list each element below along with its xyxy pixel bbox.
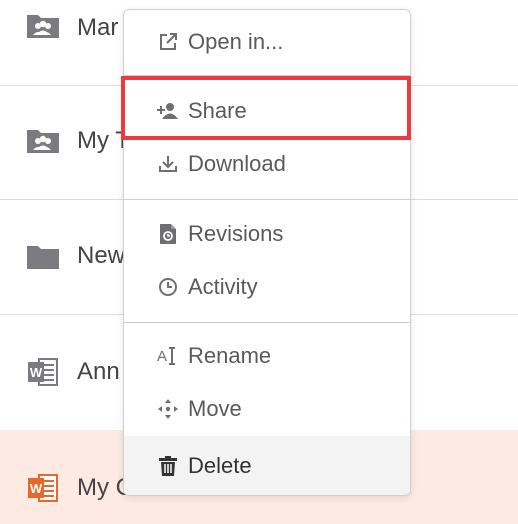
svg-text:W: W: [30, 365, 43, 380]
menu-item-delete[interactable]: Delete: [124, 436, 410, 495]
svg-text:W: W: [30, 481, 43, 496]
menu-item-activity[interactable]: Activity: [124, 261, 410, 313]
menu-item-label: Download: [188, 151, 286, 176]
menu-divider: [124, 199, 410, 200]
external-link-icon: [157, 31, 179, 53]
context-menu: Open in... Share Download Revisions Acti…: [123, 9, 411, 496]
clock-icon: [157, 276, 179, 298]
team-folder-icon: [25, 123, 61, 159]
menu-item-label: Activity: [188, 274, 258, 299]
file-name: My T: [77, 127, 130, 154]
move-arrows-icon: [157, 398, 179, 420]
word-doc-icon: W: [25, 470, 61, 506]
rename-icon: A: [157, 345, 179, 367]
menu-item-label: Open in...: [188, 29, 284, 54]
download-icon: [157, 153, 179, 175]
svg-text:A: A: [157, 348, 167, 365]
menu-divider: [124, 322, 410, 323]
menu-item-open-in[interactable]: Open in...: [124, 16, 410, 68]
add-user-icon: [157, 100, 179, 122]
menu-item-label: Share: [188, 98, 247, 123]
menu-divider: [124, 75, 410, 76]
folder-icon: [25, 239, 61, 275]
menu-item-revisions[interactable]: Revisions: [124, 208, 410, 260]
menu-item-label: Delete: [188, 453, 252, 478]
menu-item-share[interactable]: Share: [124, 85, 410, 137]
menu-item-move[interactable]: Move: [124, 383, 410, 435]
menu-item-label: Rename: [188, 343, 272, 368]
team-folder-icon: [25, 8, 61, 44]
menu-item-rename[interactable]: A Rename: [124, 330, 410, 382]
trash-icon: [157, 455, 179, 477]
file-name: Mar: [77, 14, 119, 41]
word-doc-icon: W: [25, 354, 61, 390]
menu-item-label: Move: [188, 396, 242, 421]
menu-item-download[interactable]: Download: [124, 138, 410, 190]
menu-item-label: Revisions: [188, 221, 284, 246]
file-revision-icon: [157, 223, 179, 245]
file-name: Ann: [77, 358, 120, 385]
file-name: New: [77, 242, 126, 269]
